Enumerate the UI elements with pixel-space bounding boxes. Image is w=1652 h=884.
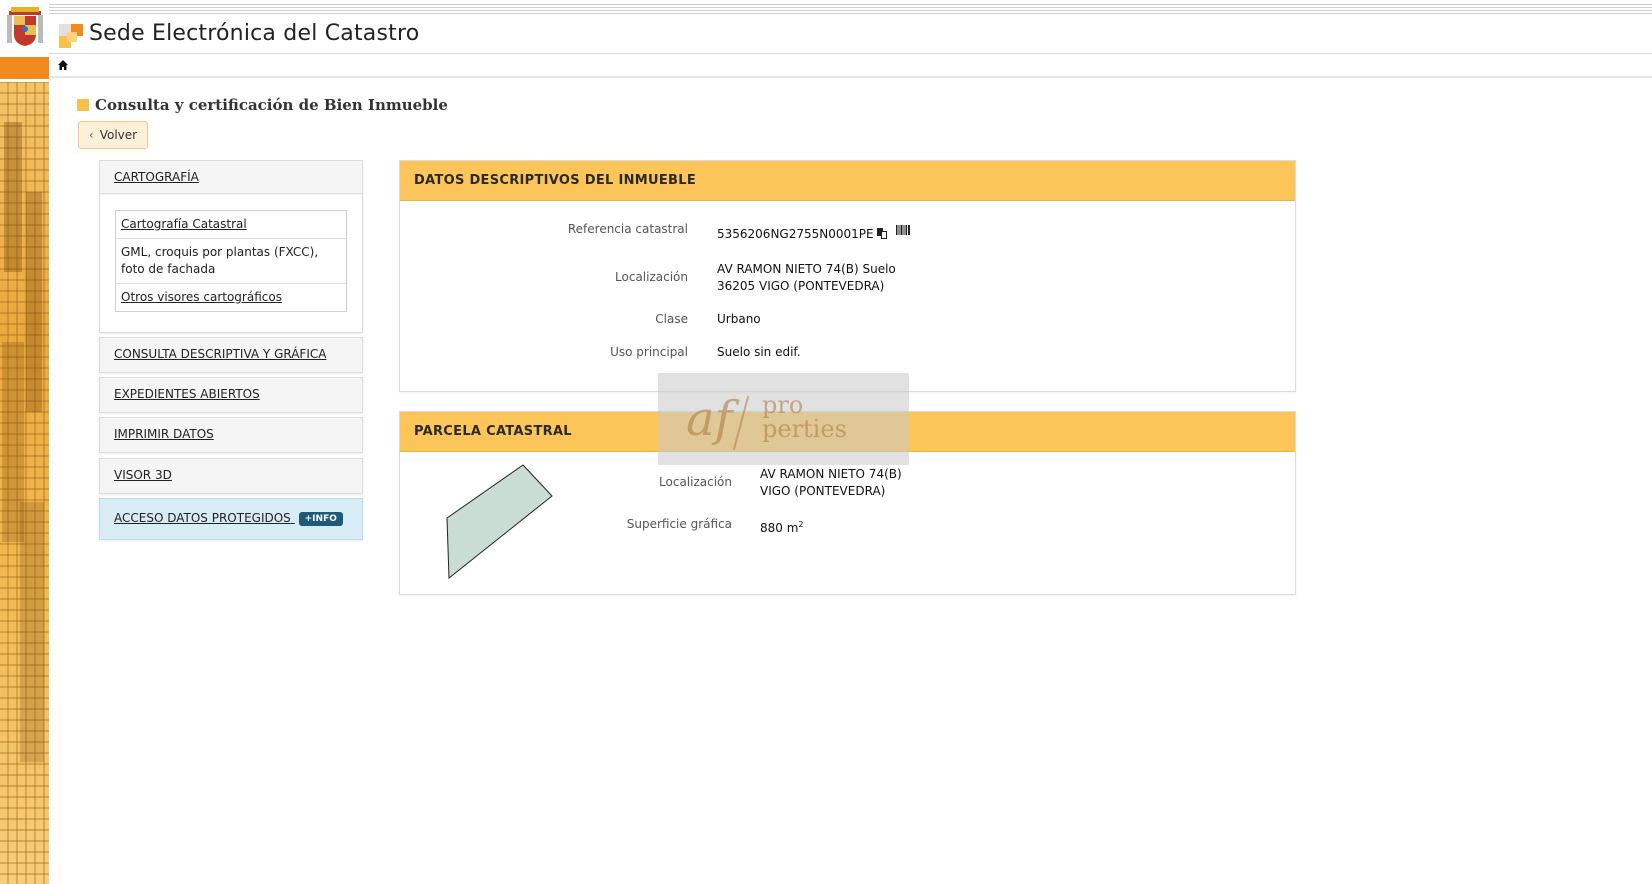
menu-consulta: CONSULTA DESCRIPTIVA Y GRÁFICA bbox=[99, 337, 363, 373]
parcela-localizacion-line2: VIGO (PONTEVEDRA) bbox=[760, 484, 886, 498]
cartografia-catastral-link[interactable]: Cartografía Catastral bbox=[121, 217, 247, 231]
header-top-lines bbox=[49, 4, 1652, 14]
spain-coat-of-arms-icon bbox=[0, 0, 49, 54]
page-title: Consulta y certificación de Bien Inmuebl… bbox=[77, 96, 448, 114]
referencia-label: Referencia catastral bbox=[567, 222, 688, 236]
parcela-localizacion-value: AV RAMON NIETO 74(B) VIGO (PONTEVEDRA) bbox=[760, 466, 902, 500]
back-button[interactable]: ‹ Volver bbox=[78, 121, 148, 149]
localizacion-line1: AV RAMON NIETO 74(B) Suelo bbox=[717, 262, 896, 276]
uso-value: Suelo sin edif. bbox=[717, 345, 801, 359]
datos-panel-title: DATOS DESCRIPTIVOS DEL INMUEBLE bbox=[400, 161, 1295, 201]
site-title: Sede Electrónica del Catastro bbox=[89, 21, 420, 46]
cartografia-submenu: Cartografía Catastral GML, croquis por p… bbox=[115, 210, 347, 312]
title-square-icon bbox=[77, 99, 89, 111]
parcel-shape[interactable] bbox=[440, 460, 560, 585]
localizacion-value: AV RAMON NIETO 74(B) Suelo 36205 VIGO (P… bbox=[717, 261, 896, 295]
localizacion-line2: 36205 VIGO (PONTEVEDRA) bbox=[717, 279, 885, 293]
breadcrumb-bar bbox=[49, 54, 1652, 78]
menu-imprimir-link[interactable]: IMPRIMIR DATOS bbox=[100, 418, 362, 450]
catastro-logo-icon bbox=[59, 24, 83, 48]
menu-cartografia-link[interactable]: CARTOGRAFÍA bbox=[100, 161, 362, 194]
watermark-text: pro perties bbox=[762, 391, 847, 443]
menu-expedientes: EXPEDIENTES ABIERTOS bbox=[99, 377, 363, 413]
superficie-value: 880 m2 bbox=[760, 516, 804, 537]
menu-acceso-link[interactable]: ACCESO DATOS PROTEGIDOS +INFO bbox=[100, 499, 362, 538]
menu-imprimir: IMPRIMIR DATOS bbox=[99, 417, 363, 453]
watermark-af: af bbox=[686, 391, 733, 447]
copy-icon[interactable] bbox=[876, 228, 887, 239]
menu-cartografia: CARTOGRAFÍA Cartografía Catastral GML, c… bbox=[99, 160, 363, 333]
home-icon[interactable] bbox=[57, 59, 69, 71]
otros-visores-link[interactable]: Otros visores cartográficos bbox=[121, 290, 282, 304]
orange-accent-bar bbox=[0, 57, 49, 79]
barcode-icon[interactable] bbox=[896, 225, 910, 235]
menu-acceso: ACCESO DATOS PROTEGIDOS +INFO bbox=[99, 498, 363, 540]
localizacion-label: Localización bbox=[615, 270, 688, 284]
watermark-logo: af pro perties bbox=[658, 373, 909, 465]
info-badge[interactable]: +INFO bbox=[298, 512, 343, 526]
uso-label: Uso principal bbox=[610, 345, 688, 359]
superficie-label: Superficie gráfica bbox=[626, 517, 732, 531]
clase-value: Urbano bbox=[717, 312, 761, 326]
parcela-localizacion-line1: AV RAMON NIETO 74(B) bbox=[760, 467, 902, 481]
menu-visor3d-link[interactable]: VISOR 3D bbox=[100, 459, 362, 491]
superficie-exponent: 2 bbox=[798, 520, 804, 529]
clase-label: Clase bbox=[655, 312, 688, 326]
chevron-left-icon: ‹ bbox=[88, 128, 94, 142]
parcela-localizacion-label: Localización bbox=[659, 475, 732, 489]
menu-expedientes-link[interactable]: EXPEDIENTES ABIERTOS bbox=[100, 378, 362, 410]
superficie-text: 880 m bbox=[760, 521, 799, 535]
menu-acceso-label: ACCESO DATOS PROTEGIDOS bbox=[114, 511, 291, 525]
gml-croquis-item[interactable]: GML, croquis por plantas (FXCC), foto de… bbox=[116, 239, 346, 284]
menu-visor3d: VISOR 3D bbox=[99, 458, 363, 494]
left-decorative-strip bbox=[0, 0, 49, 884]
site-header: Sede Electrónica del Catastro bbox=[49, 15, 1652, 54]
referencia-text: 5356206NG2755N0001PE bbox=[717, 227, 874, 241]
back-button-label: Volver bbox=[99, 128, 138, 142]
referencia-value: 5356206NG2755N0001PE bbox=[717, 226, 887, 243]
city-background-image bbox=[0, 82, 49, 884]
page-title-text: Consulta y certificación de Bien Inmuebl… bbox=[95, 96, 448, 114]
menu-consulta-link[interactable]: CONSULTA DESCRIPTIVA Y GRÁFICA bbox=[100, 338, 362, 370]
